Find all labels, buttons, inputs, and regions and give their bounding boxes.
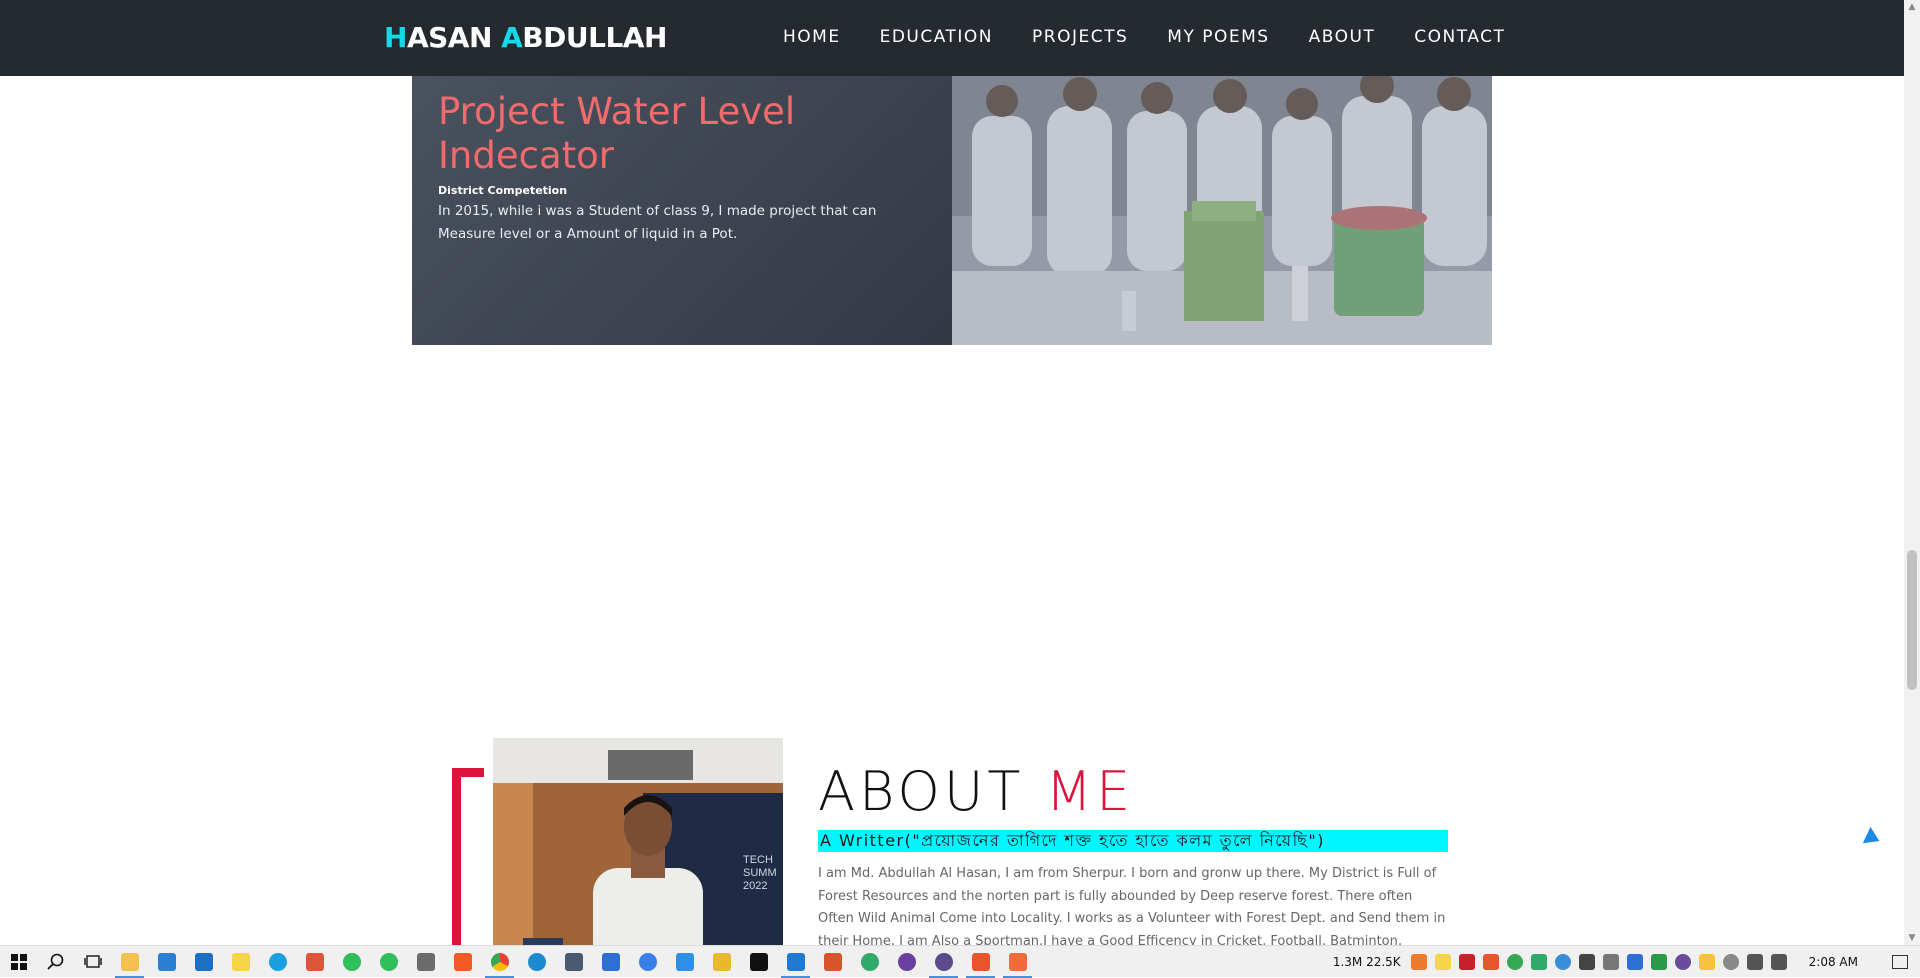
page-scrollbar[interactable]: ▲ ▼	[1904, 0, 1920, 945]
github-icon[interactable]	[888, 946, 925, 978]
brand-first-rest: ASAN	[406, 21, 502, 54]
tray-app-icon[interactable]	[1554, 954, 1571, 970]
calculator-icon[interactable]	[407, 946, 444, 978]
nav-about[interactable]: ABOUT	[1309, 27, 1376, 47]
svg-text:2022: 2022	[743, 880, 767, 892]
project-description: In 2015, while i was a Student of class …	[438, 203, 877, 242]
nav-projects[interactable]: PROJECTS	[1032, 27, 1128, 47]
project-subtitle: District Competetion	[438, 184, 568, 197]
svg-text:SUMM: SUMM	[743, 867, 777, 879]
itunes-icon[interactable]	[629, 946, 666, 978]
project-title: Project Water Level Indecator	[438, 90, 796, 177]
nav-home[interactable]: HOME	[783, 27, 841, 47]
svg-text:TECH: TECH	[743, 854, 773, 866]
nav-my-poems[interactable]: MY POEMS	[1167, 27, 1269, 47]
brave-icon[interactable]	[962, 946, 999, 978]
chrome-icon[interactable]	[481, 946, 518, 978]
volume-icon[interactable]	[1770, 954, 1787, 970]
system-tray: 1.3M 22.5K 2:08 AM	[1333, 946, 1920, 978]
battery-icon[interactable]	[1602, 954, 1619, 970]
project-photo	[952, 76, 1492, 345]
camera-icon[interactable]	[555, 946, 592, 978]
skype-icon[interactable]	[259, 946, 296, 978]
brand-initial-a: A	[501, 21, 523, 54]
sticky-notes-icon[interactable]	[222, 946, 259, 978]
decorative-bracket-top	[452, 768, 484, 777]
nav-contact[interactable]: CONTACT	[1414, 27, 1505, 47]
app-icon[interactable]	[296, 946, 333, 978]
brand-last-rest: BDULLAH	[522, 21, 667, 54]
app-icon[interactable]	[666, 946, 703, 978]
profile-photo-image: TECH SUMM 2022	[493, 738, 783, 945]
taskbar-clock[interactable]: 2:08 AM	[1809, 955, 1858, 969]
profile-photo: TECH SUMM 2022	[493, 738, 783, 945]
nav-education[interactable]: EDUCATION	[880, 27, 993, 47]
tray-app-icon[interactable]	[1650, 954, 1667, 970]
about-heading-accent: ME	[1045, 760, 1135, 823]
about-section: TECH SUMM 2022 ABOUT ME A Writter("প্রয়…	[0, 730, 1904, 945]
taskbar-apps	[0, 946, 1036, 978]
tray-app-icon[interactable]	[1626, 954, 1643, 970]
about-tagline: A Writter("প্রয়োজনের তাগিদে শক্ত হতে হা…	[818, 830, 1448, 852]
file-explorer-icon[interactable]	[111, 946, 148, 978]
project-text-block: Project Water Level Indecator District C…	[438, 90, 938, 246]
eclipse-icon[interactable]	[925, 946, 962, 978]
app-icon[interactable]	[703, 946, 740, 978]
mcafee-icon[interactable]	[1458, 954, 1475, 970]
google-drive-icon[interactable]	[1698, 954, 1715, 970]
nav-menu: HOME EDUCATION PROJECTS MY POEMS ABOUT C…	[783, 27, 1544, 47]
tray-app-icon[interactable]	[1530, 954, 1547, 970]
notes-tray-icon[interactable]	[1434, 954, 1451, 970]
pycharm-icon[interactable]	[740, 946, 777, 978]
search-icon[interactable]	[37, 946, 74, 978]
onedrive-icon[interactable]	[1722, 954, 1739, 970]
edge-icon[interactable]	[518, 946, 555, 978]
brave-icon[interactable]	[444, 946, 481, 978]
task-view-icon[interactable]	[74, 946, 111, 978]
about-heading: ABOUT ME	[818, 760, 1134, 823]
about-heading-main: ABOUT	[818, 760, 1046, 823]
site-logo[interactable]: HASAN ABDULLAH	[384, 21, 667, 54]
app-icon[interactable]	[592, 946, 629, 978]
project-card: Project Water Level Indecator District C…	[412, 76, 1492, 345]
about-body-text: I am Md. Abdullah Al Hasan, I am from Sh…	[818, 866, 1446, 945]
windows-start-icon[interactable]	[0, 946, 37, 978]
scroll-down-icon[interactable]: ▼	[1907, 933, 1917, 943]
brand-initial-h: H	[384, 21, 407, 54]
app-icon[interactable]	[851, 946, 888, 978]
scroll-thumb[interactable]	[1907, 550, 1917, 690]
mail-icon[interactable]	[185, 946, 222, 978]
store-icon[interactable]	[148, 946, 185, 978]
whatsapp-icon[interactable]	[333, 946, 370, 978]
chrome-tray-icon[interactable]	[1506, 954, 1523, 970]
windows-taskbar: 1.3M 22.5K 2:08 AM	[0, 945, 1920, 978]
top-navbar: HASAN ABDULLAH HOME EDUCATION PROJECTS M…	[0, 0, 1904, 76]
decorative-bracket	[452, 768, 461, 945]
network-icon[interactable]	[1746, 954, 1763, 970]
whatsapp-icon[interactable]	[370, 946, 407, 978]
action-center-icon[interactable]	[1892, 955, 1908, 969]
brave-icon[interactable]	[999, 946, 1036, 978]
vscode-icon[interactable]	[777, 946, 814, 978]
project-photo-image	[952, 76, 1492, 345]
usb-icon[interactable]	[1578, 954, 1595, 970]
tray-app-icon[interactable]	[1482, 954, 1499, 970]
app-icon[interactable]	[814, 946, 851, 978]
tray-app-icon[interactable]	[1674, 954, 1691, 970]
volume-app-icon[interactable]	[1410, 954, 1427, 970]
scroll-up-icon[interactable]: ▲	[1907, 2, 1917, 12]
network-speed: 1.3M 22.5K	[1332, 955, 1401, 969]
